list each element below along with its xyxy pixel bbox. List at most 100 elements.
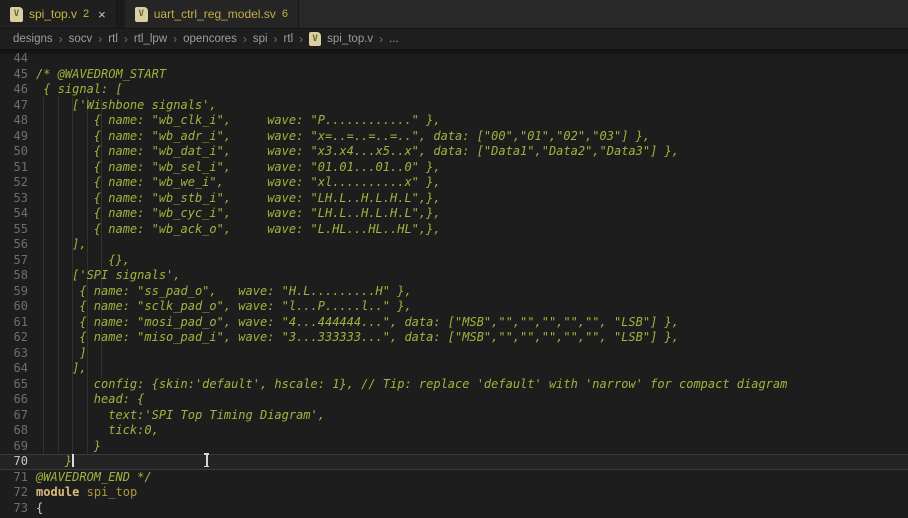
breadcrumb-item[interactable]: designs (12, 33, 54, 45)
line-number[interactable]: 55 (0, 222, 28, 238)
breadcrumb-item[interactable]: spi (252, 33, 269, 45)
code-text: ['SPI signals', (28, 268, 181, 284)
line-number[interactable]: 54 (0, 206, 28, 222)
code-line[interactable]: 67 text:'SPI Top Timing Diagram', (0, 408, 908, 424)
close-icon[interactable]: × (98, 8, 106, 21)
line-number[interactable]: 58 (0, 268, 28, 284)
line-number[interactable]: 52 (0, 175, 28, 191)
code-line[interactable]: 57 {}, (0, 253, 908, 269)
line-number[interactable]: 62 (0, 330, 28, 346)
line-number[interactable]: 71 (0, 470, 28, 486)
line-number[interactable]: 56 (0, 237, 28, 253)
code-line[interactable]: 65 config: {skin:'default', hscale: 1}, … (0, 377, 908, 393)
code-line[interactable]: 46 { signal: [ (0, 82, 908, 98)
code-text: { name: "wb_sel_i", wave: "01.01...01..0… (28, 160, 441, 176)
code-line[interactable]: 51 { name: "wb_sel_i", wave: "01.01...01… (0, 160, 908, 176)
code-line[interactable]: 55 { name: "wb_ack_o", wave: "L.HL...HL.… (0, 222, 908, 238)
code-line[interactable]: 45/* @WAVEDROM_START (0, 67, 908, 83)
code-line[interactable]: 71@WAVEDROM_END */ (0, 470, 908, 486)
tab-uart-ctrl-reg-model[interactable]: V uart_ctrl_reg_model.sv 6 (125, 0, 299, 28)
line-number[interactable]: 59 (0, 284, 28, 300)
line-number[interactable]: 64 (0, 361, 28, 377)
code-line[interactable]: 70 } (0, 454, 908, 470)
line-number[interactable]: 48 (0, 113, 28, 129)
breadcrumb-item[interactable]: socv (68, 33, 94, 45)
code-line[interactable]: 73{ (0, 501, 908, 517)
code-text: head: { (28, 392, 144, 408)
verilog-file-icon: V (135, 7, 148, 22)
code-text: { name: "wb_dat_i", wave: "x3.x4...x5..x… (28, 144, 679, 160)
code-line[interactable]: 64 ], (0, 361, 908, 377)
code-text: @WAVEDROM_END */ (28, 470, 152, 486)
code-token (79, 485, 86, 499)
line-number[interactable]: 65 (0, 377, 28, 393)
line-number[interactable]: 49 (0, 129, 28, 145)
text-cursor (72, 454, 74, 467)
code-line[interactable]: 54 { name: "wb_cyc_i", wave: "LH.L..H.L.… (0, 206, 908, 222)
breadcrumb-item[interactable]: rtl (283, 33, 295, 45)
code-line[interactable]: 49 { name: "wb_adr_i", wave: "x=..=..=..… (0, 129, 908, 145)
code-area[interactable]: 4445/* @WAVEDROM_START46 { signal: [47 [… (0, 49, 908, 516)
code-line[interactable]: 62 { name: "miso_pad_i", wave: "3...3333… (0, 330, 908, 346)
code-text: ], (28, 361, 87, 377)
code-line[interactable]: 63 ] (0, 346, 908, 362)
breadcrumb-overflow[interactable]: ... (388, 33, 400, 45)
code-line[interactable]: 56 ], (0, 237, 908, 253)
code-text: { name: "sclk_pad_o", wave: "l...P.....l… (28, 299, 412, 315)
line-number[interactable]: 47 (0, 98, 28, 114)
breadcrumb-item-file[interactable]: spi_top.v (326, 33, 374, 45)
code-line[interactable]: 66 head: { (0, 392, 908, 408)
code-text: { name: "wb_cyc_i", wave: "LH.L..H.L.H.L… (28, 206, 441, 222)
line-number[interactable]: 51 (0, 160, 28, 176)
code-text: { name: "wb_ack_o", wave: "L.HL...HL..HL… (28, 222, 441, 238)
code-text: /* @WAVEDROM_START (28, 67, 166, 83)
line-number[interactable]: 60 (0, 299, 28, 315)
line-number[interactable]: 61 (0, 315, 28, 331)
code-line[interactable]: 72module spi_top (0, 485, 908, 501)
breadcrumb-item[interactable]: rtl (107, 33, 119, 45)
chevron-right-icon: › (299, 32, 303, 46)
code-line[interactable]: 61 { name: "mosi_pad_o", wave: "4...4444… (0, 315, 908, 331)
line-number[interactable]: 57 (0, 253, 28, 269)
code-text: } (28, 454, 74, 470)
line-number[interactable]: 66 (0, 392, 28, 408)
tab-separator (117, 0, 125, 28)
code-line[interactable]: 52 { name: "wb_we_i", wave: "xl.........… (0, 175, 908, 191)
line-number[interactable]: 50 (0, 144, 28, 160)
code-line[interactable]: 47 ['Wishbone signals', (0, 98, 908, 114)
line-number[interactable]: 63 (0, 346, 28, 362)
breadcrumb-item[interactable]: opencores (182, 33, 238, 45)
line-number[interactable]: 45 (0, 67, 28, 83)
tab-label: uart_ctrl_reg_model.sv (154, 7, 276, 21)
line-number[interactable]: 69 (0, 439, 28, 455)
line-number[interactable]: 53 (0, 191, 28, 207)
code-text: ] (28, 346, 87, 362)
line-number[interactable]: 70 (0, 454, 28, 470)
code-line[interactable]: 50 { name: "wb_dat_i", wave: "x3.x4...x5… (0, 144, 908, 160)
code-line[interactable]: 53 { name: "wb_stb_i", wave: "LH.L..H.L.… (0, 191, 908, 207)
code-line[interactable]: 68 tick:0, (0, 423, 908, 439)
code-line[interactable]: 48 { name: "wb_clk_i", wave: "P.........… (0, 113, 908, 129)
chevron-right-icon: › (274, 32, 278, 46)
code-text (28, 51, 36, 67)
code-text: } (28, 439, 101, 455)
breadcrumb-item[interactable]: rtl_lpw (133, 33, 168, 45)
line-number[interactable]: 44 (0, 51, 28, 67)
code-line[interactable]: 44 (0, 51, 908, 67)
code-text: text:'SPI Top Timing Diagram', (28, 408, 325, 424)
code-text: {}, (28, 253, 130, 269)
code-line[interactable]: 60 { name: "sclk_pad_o", wave: "l...P...… (0, 299, 908, 315)
code-line[interactable]: 58 ['SPI signals', (0, 268, 908, 284)
line-number[interactable]: 67 (0, 408, 28, 424)
code-token: module (36, 485, 79, 499)
tab-spi-top[interactable]: V spi_top.v 2 × (0, 0, 117, 28)
code-line[interactable]: 69 } (0, 439, 908, 455)
code-line[interactable]: 59 { name: "ss_pad_o", wave: "H.L.......… (0, 284, 908, 300)
chevron-right-icon: › (59, 32, 63, 46)
line-number[interactable]: 73 (0, 501, 28, 517)
line-number[interactable]: 72 (0, 485, 28, 501)
code-text: ], (28, 237, 87, 253)
breadcrumb: designs›socv›rtl›rtl_lpw›opencores›spi›r… (0, 29, 908, 49)
line-number[interactable]: 46 (0, 82, 28, 98)
line-number[interactable]: 68 (0, 423, 28, 439)
